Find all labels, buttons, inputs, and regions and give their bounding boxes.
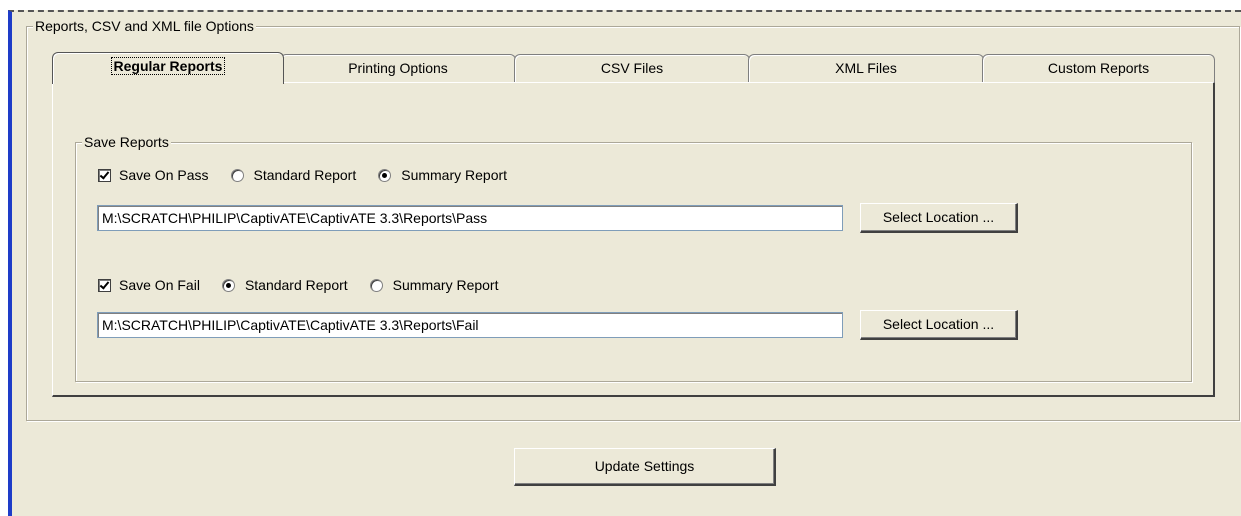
save-on-pass-checkbox[interactable]: Save On Pass xyxy=(98,167,209,183)
fail-standard-report-label: Standard Report xyxy=(244,277,348,293)
checkbox-check-icon xyxy=(98,168,111,182)
save-on-pass-label: Save On Pass xyxy=(119,167,209,183)
save-on-fail-label: Save On Fail xyxy=(119,277,200,293)
tab-printing-options[interactable]: Printing Options xyxy=(280,54,516,82)
tab-label: XML Files xyxy=(835,60,897,76)
pass-summary-report-label: Summary Report xyxy=(401,167,508,183)
radio-selected-icon xyxy=(221,278,235,292)
fail-summary-report-radio[interactable]: Summary Report xyxy=(369,277,499,293)
tab-label: Regular Reports xyxy=(110,57,226,75)
options-group-title: Reports, CSV and XML file Options xyxy=(33,18,256,34)
pass-options-row: Save On Pass Standard Report Summary Rep… xyxy=(98,167,529,183)
save-on-fail-checkbox[interactable]: Save On Fail xyxy=(98,277,200,293)
pass-summary-report-radio[interactable]: Summary Report xyxy=(378,167,507,183)
fail-options-row: Save On Fail Standard Report Summary Rep… xyxy=(98,277,520,293)
radio-selected-icon xyxy=(378,168,392,182)
pass-standard-report-label: Standard Report xyxy=(253,167,357,183)
tab-custom-reports[interactable]: Custom Reports xyxy=(982,54,1215,82)
fail-summary-report-label: Summary Report xyxy=(392,277,499,293)
radio-icon xyxy=(230,168,244,182)
tab-regular-reports[interactable]: Regular Reports xyxy=(52,52,284,84)
save-reports-title: Save Reports xyxy=(82,134,171,150)
fail-select-location-button[interactable]: Select Location ... xyxy=(860,310,1018,340)
fail-standard-report-radio[interactable]: Standard Report xyxy=(221,277,348,293)
options-panel: Reports, CSV and XML file Options Regula… xyxy=(8,10,1241,516)
fail-path-field[interactable]: M:\SCRATCH\PHILIP\CaptivATE\CaptivATE 3.… xyxy=(97,312,843,338)
pass-path-field[interactable]: M:\SCRATCH\PHILIP\CaptivATE\CaptivATE 3.… xyxy=(97,205,843,231)
pass-select-location-button[interactable]: Select Location ... xyxy=(860,203,1018,233)
radio-icon xyxy=(369,278,383,292)
update-settings-button[interactable]: Update Settings xyxy=(514,448,776,486)
tab-label: Printing Options xyxy=(348,60,448,76)
pass-standard-report-radio[interactable]: Standard Report xyxy=(230,167,357,183)
tab-page-regular-reports: Save Reports Save On Pass Standard Repor… xyxy=(52,82,1215,397)
tab-label: Custom Reports xyxy=(1047,60,1150,76)
tab-csv-files[interactable]: CSV Files xyxy=(514,54,750,82)
tab-label: CSV Files xyxy=(600,60,664,76)
tab-xml-files[interactable]: XML Files xyxy=(748,54,984,82)
checkbox-check-icon xyxy=(98,278,111,292)
